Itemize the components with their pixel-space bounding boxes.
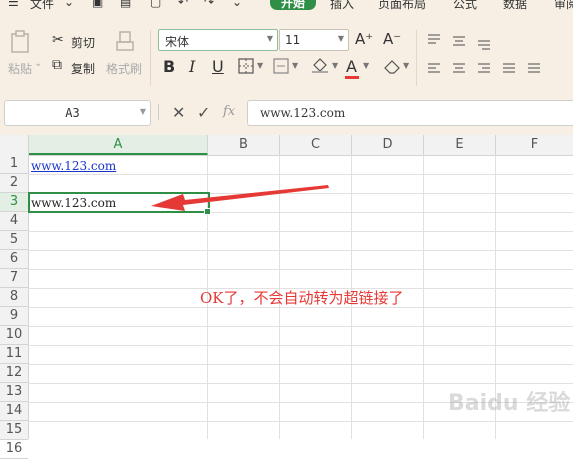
row-header-12[interactable]: 12 [0, 364, 28, 383]
watermark-logo: Baidu 经验 [448, 391, 571, 416]
fill-color-icon[interactable] [310, 56, 330, 74]
cell-a1[interactable]: www.123.com [31, 159, 116, 173]
menu-icon[interactable]: ☰ [8, 0, 19, 9]
chevron-down-icon[interactable]: ▼ [338, 34, 344, 43]
cut-button[interactable]: 剪切 [71, 34, 95, 51]
cell-a3[interactable]: www.123.com [31, 196, 116, 210]
divider [158, 104, 159, 120]
chevron-down-icon[interactable]: ▼ [403, 61, 409, 70]
tab-page-layout[interactable]: 页面布局 [378, 0, 426, 10]
column-header-bar: A B C D E F [0, 135, 573, 156]
eraser-icon[interactable] [382, 57, 402, 75]
row-header-13[interactable]: 13 [0, 383, 28, 402]
row-header-11[interactable]: 11 [0, 345, 28, 364]
column-header-a[interactable]: A [29, 135, 208, 155]
row-header-2[interactable]: 2 [0, 174, 28, 193]
name-box[interactable]: A3 ▼ [4, 100, 151, 126]
chevron-down-icon[interactable]: ⌄ [232, 0, 242, 9]
alignment-icons [428, 34, 540, 73]
divider [150, 30, 151, 86]
paste-button[interactable]: 粘贴 [8, 60, 32, 77]
font-color-bar [345, 76, 359, 79]
print-icon[interactable]: ▤ [120, 0, 131, 9]
row-header-10[interactable]: 10 [0, 326, 28, 345]
row-header-6[interactable]: 6 [0, 250, 28, 269]
row-header-4[interactable]: 4 [0, 212, 28, 231]
tab-data[interactable]: 数据 [503, 0, 527, 10]
cancel-icon[interactable]: ✕ [172, 103, 185, 122]
ribbon: 粘贴 ⌄ ✂ 剪切 ⧉ 复制 格式刷 宋体 ▼ 11 ▼ A⁺ A⁻ B I U… [0, 10, 573, 90]
chevron-down-icon[interactable]: ▼ [363, 61, 369, 70]
menu-file[interactable]: 文件 [30, 0, 54, 10]
tab-insert[interactable]: 插入 [330, 0, 354, 10]
annotation-arrow [151, 185, 329, 211]
row-header-15[interactable]: 15 [0, 421, 28, 440]
column-header-e[interactable]: E [424, 135, 496, 155]
scissors-icon[interactable]: ✂ [52, 32, 64, 48]
chevron-down-icon[interactable]: ▼ [292, 61, 298, 70]
tab-review[interactable]: 审阅 [554, 0, 573, 10]
row-header-bar: 1 2 3 4 5 6 7 8 9 10 11 12 13 14 15 16 [0, 155, 29, 459]
tab-start[interactable]: 开始 [270, 0, 316, 10]
divider [416, 30, 417, 86]
column-header-b[interactable]: B [208, 135, 280, 155]
row-header-14[interactable]: 14 [0, 402, 28, 421]
redo-icon[interactable]: ↷ [204, 0, 214, 9]
preview-icon[interactable]: ▢ [150, 0, 161, 9]
chevron-down-icon[interactable]: ▼ [140, 107, 146, 116]
menu-bar: ☰ 文件 ⌄ ▣ ▤ ▢ ↶ ↷ ⌄ 开始 插入 页面布局 公式 数据 审阅 [0, 0, 573, 10]
paste-icon[interactable] [10, 30, 32, 54]
font-name-value: 宋体 [165, 35, 190, 49]
fx-icon[interactable]: fx [223, 104, 235, 119]
bold-button[interactable]: B [163, 57, 175, 76]
merge-icon[interactable] [273, 58, 291, 74]
formula-content: www.123.com [260, 106, 346, 120]
grow-font-button[interactable]: A⁺ [355, 30, 373, 48]
copy-button[interactable]: 复制 [71, 60, 95, 77]
chevron-down-icon[interactable]: ▼ [267, 34, 273, 43]
annotation-text: OK了，不会自动转为超链接了 [200, 289, 404, 307]
font-size-value: 11 [285, 33, 301, 47]
row-header-7[interactable]: 7 [0, 269, 28, 288]
name-box-value: A3 [65, 106, 80, 120]
row-header-3[interactable]: 3 [0, 193, 28, 212]
row-header-8[interactable]: 8 [0, 288, 28, 307]
chevron-down-icon[interactable]: ▼ [332, 61, 338, 70]
font-name-select[interactable]: 宋体 ▼ [158, 29, 278, 51]
formula-input[interactable]: www.123.com [247, 100, 573, 126]
undo-icon[interactable]: ↶ [178, 0, 188, 9]
chevron-down-icon[interactable]: ⌄ [64, 0, 74, 9]
copy-icon[interactable]: ⧉ [52, 57, 62, 73]
row-header-9[interactable]: 9 [0, 307, 28, 326]
font-color-button[interactable]: A [346, 57, 357, 76]
underline-button[interactable]: U [212, 57, 224, 76]
shrink-font-button[interactable]: A⁻ [383, 30, 401, 48]
column-header-c[interactable]: C [280, 135, 352, 155]
tab-formulas[interactable]: 公式 [453, 0, 477, 10]
select-all-corner[interactable] [0, 135, 29, 155]
column-header-d[interactable]: D [352, 135, 424, 155]
font-size-select[interactable]: 11 ▼ [279, 29, 349, 51]
format-painter-button[interactable]: 格式刷 [106, 60, 142, 77]
chevron-down-icon[interactable]: ▼ [257, 61, 263, 70]
column-header-f[interactable]: F [496, 135, 573, 155]
chevron-down-icon[interactable]: ⌄ [34, 58, 42, 69]
italic-button[interactable]: I [189, 57, 195, 76]
row-header-5[interactable]: 5 [0, 231, 28, 250]
borders-icon[interactable] [238, 58, 256, 74]
row-header-16[interactable]: 16 [0, 440, 28, 459]
confirm-icon[interactable]: ✓ [197, 103, 210, 122]
save-icon[interactable]: ▣ [92, 0, 103, 9]
format-painter-icon[interactable] [115, 30, 135, 54]
row-header-1[interactable]: 1 [0, 155, 28, 174]
